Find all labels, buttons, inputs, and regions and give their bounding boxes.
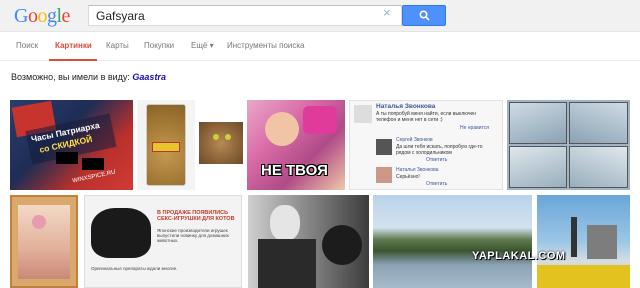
avatar (354, 105, 372, 123)
tower-shape (571, 217, 577, 257)
chat-name: Наталья Звонкова (396, 167, 439, 173)
google-logo[interactable]: Google (14, 6, 70, 26)
clear-icon[interactable]: × (383, 6, 391, 20)
image-result-photo-man[interactable] (248, 195, 369, 288)
censor-block (82, 158, 104, 170)
chat-message: Серьёзно! (396, 174, 420, 180)
ad-site: WINXSPICE.RU (71, 169, 117, 185)
image-result-chat[interactable]: Наталья Звонкова А ты попробуй меня найт… (349, 100, 503, 190)
image-result-cityscape[interactable] (537, 195, 630, 288)
face-shape (270, 205, 300, 241)
tab-search-tools[interactable]: Инструменты поиска (227, 41, 304, 50)
toy-ad-body: Японские производители игрушек выпустили… (157, 228, 229, 243)
chat-name: Наталья Звонкова (376, 103, 436, 110)
face-shape (265, 112, 299, 146)
avatar (376, 139, 392, 155)
building-shape (587, 225, 617, 259)
logo-letter: e (61, 5, 71, 27)
toy-ad-title: В ПРОДАЖЕ ПОЯВИЛИСЬ СЕКС-ИГРУШКИ ДЛЯ КОТ… (157, 210, 235, 222)
tab-more[interactable]: Ещё ▾ (191, 41, 214, 50)
chat-link: Не нравится (460, 125, 489, 131)
tab-images[interactable]: Картинки (55, 41, 92, 50)
bag-label (152, 142, 180, 152)
chat-reply: Ответить (426, 157, 448, 163)
search-query[interactable]: Gafsyara (96, 9, 145, 23)
censor-block (56, 152, 78, 164)
cat-eye (213, 134, 219, 140)
image-result-cat[interactable] (199, 122, 243, 164)
chat-reply: Ответить (426, 181, 448, 187)
tab-search[interactable]: Поиск (16, 41, 38, 50)
image-result-comic[interactable] (507, 100, 630, 190)
search-icon (419, 10, 430, 21)
avatar (376, 167, 392, 183)
comic-panel (569, 146, 628, 188)
top-bar: Google Gafsyara × (0, 0, 640, 32)
active-tab-indicator (49, 59, 97, 61)
pink-item (303, 106, 337, 134)
image-result-river[interactable] (373, 195, 532, 288)
chat-name: Сергей Звонков (396, 137, 433, 143)
tab-maps[interactable]: Карты (106, 41, 129, 50)
tab-shopping[interactable]: Покупки (144, 41, 174, 50)
illustration-detail (32, 215, 46, 229)
suggestion-prefix: Возможно, вы имели в виду: (11, 72, 133, 82)
comic-panel (569, 102, 628, 144)
spelling-suggestion: Возможно, вы имели в виду: Gaastra (11, 72, 166, 82)
image-result-toy-ad[interactable]: В ПРОДАЖЕ ПОЯВИЛИСЬ СЕКС-ИГРУШКИ ДЛЯ КОТ… (84, 195, 242, 288)
image-result-illustration[interactable] (10, 195, 78, 288)
chat-message: Да шли тебя искать, попробую где-то рядо… (396, 144, 483, 156)
toy-ad-footer: Оригинальные препараты ждали многие. (91, 266, 178, 271)
suggestion-link[interactable]: Gaastra (132, 72, 166, 82)
search-tabs: Поиск Картинки Карты Покупки Ещё ▾ Инстр… (0, 33, 640, 61)
logo-letter: o (37, 5, 47, 27)
illustration-body (18, 205, 70, 279)
image-result-cat-food-bag[interactable] (137, 100, 195, 190)
search-input[interactable]: Gafsyara (88, 5, 402, 26)
search-button[interactable] (402, 5, 446, 26)
site-watermark: YAPLAKAL.COM (472, 250, 566, 262)
image-result-meme[interactable]: НЕ ТВОЯ (247, 100, 345, 190)
comic-panel (509, 146, 567, 188)
image-result-watch-ad[interactable]: Часы Патриарха со СКИДКОЙ WINXSPICE.RU (10, 100, 133, 190)
body-shape (258, 239, 316, 288)
comic-panel (509, 102, 567, 144)
car-shape (537, 265, 630, 288)
chat-message: А ты попробуй меня найти, если выключен … (376, 111, 477, 123)
meme-caption: НЕ ТВОЯ (261, 162, 328, 179)
cat-eye (225, 134, 231, 140)
second-figure (322, 225, 362, 265)
logo-letter: G (14, 5, 28, 27)
toy-shape (91, 208, 151, 258)
